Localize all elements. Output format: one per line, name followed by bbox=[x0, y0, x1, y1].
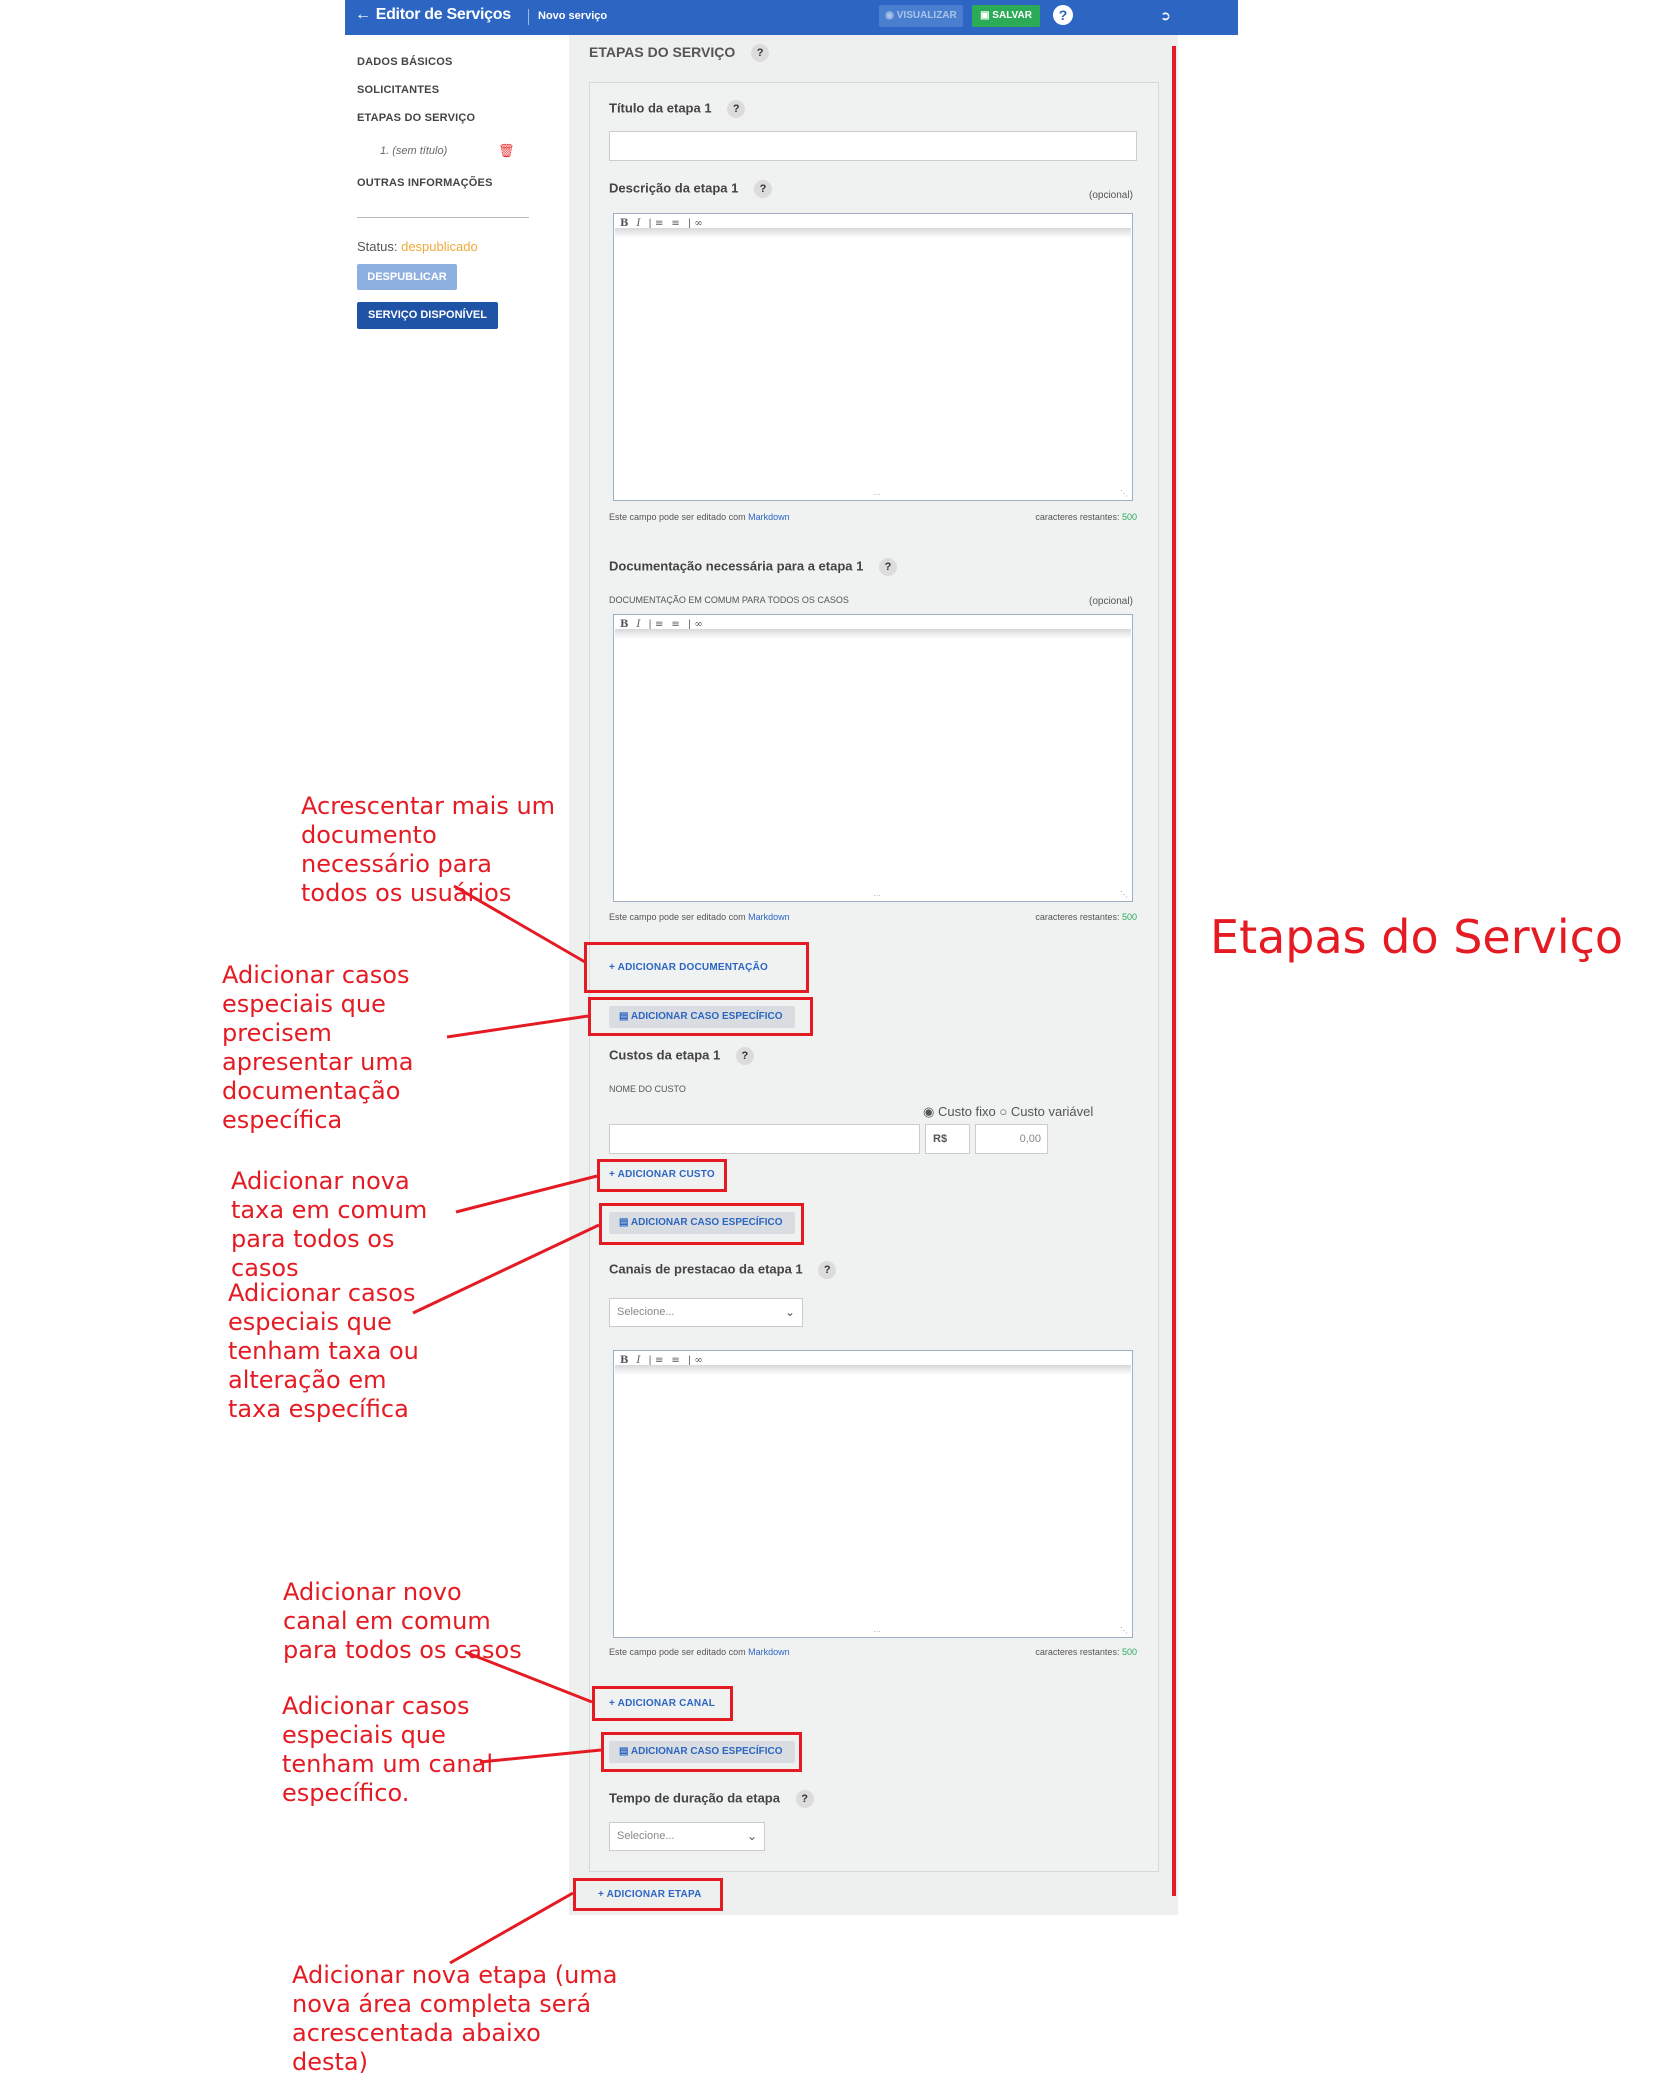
connector-line bbox=[455, 1174, 598, 1214]
note-add-documentacao: Acrescentar mais um documento necessário… bbox=[301, 792, 556, 907]
note-add-caso-custo: Adicionar casos especiais que tenham tax… bbox=[228, 1279, 419, 1423]
note-add-caso-canal: Adicionar casos especiais que tenham um … bbox=[282, 1692, 494, 1807]
note-add-custo: Adicionar nova taxa em comum para todos … bbox=[231, 1167, 428, 1282]
note-add-canal: Adicionar novo canal em comum para todos… bbox=[283, 1578, 522, 1664]
note-add-caso-documentacao: Adicionar casos especiais que precisem a… bbox=[222, 961, 414, 1134]
connector-line bbox=[479, 1748, 602, 1764]
connector-line bbox=[446, 1014, 589, 1039]
connector-line bbox=[449, 1891, 574, 1965]
note-add-etapa: Adicionar nova etapa (uma nova área comp… bbox=[292, 1961, 618, 2076]
